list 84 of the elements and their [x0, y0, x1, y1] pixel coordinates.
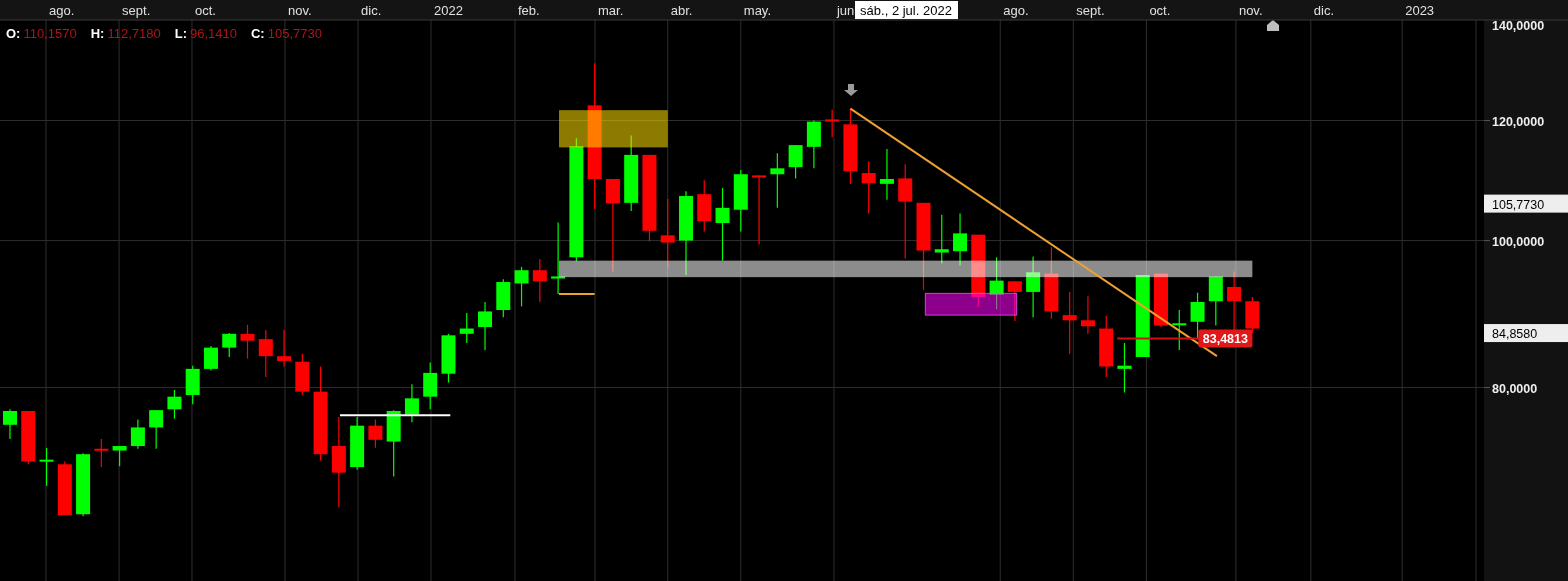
- candlestick: [222, 332, 237, 358]
- candlestick: [295, 353, 310, 396]
- candlestick: [112, 445, 127, 467]
- month-label: 2023: [1405, 3, 1435, 18]
- axis-label: 80,0000: [1492, 381, 1538, 396]
- candlestick: [1007, 280, 1022, 322]
- candlestick: [21, 410, 36, 465]
- candlestick: [825, 109, 840, 138]
- month-label: nov.: [1238, 3, 1263, 18]
- candlestick: [1099, 315, 1114, 378]
- axis-label: 140,0000: [1492, 19, 1545, 33]
- candlestick: [752, 174, 767, 246]
- month-label: sept.: [1076, 3, 1105, 18]
- candlestick: [934, 214, 949, 264]
- candlestick: [660, 198, 675, 269]
- candlestick: [368, 419, 383, 449]
- candlestick: [167, 389, 182, 420]
- candlestick: [1245, 296, 1260, 334]
- month-label: nov.: [287, 3, 312, 18]
- month-label: sept.: [122, 3, 151, 18]
- date-tooltip: sáb., 2 jul. 2022: [855, 1, 958, 19]
- candlestick: [240, 324, 255, 360]
- price-tag: 83,4813: [1198, 329, 1253, 348]
- candlestick: [514, 266, 529, 307]
- candlestick: [386, 409, 401, 478]
- ohlc-key: O:: [6, 26, 21, 41]
- candlestick: [770, 152, 785, 209]
- month-label: may.: [743, 3, 771, 18]
- candlestick: [149, 409, 164, 450]
- candlestick: [788, 144, 803, 179]
- month-label: jun: [837, 3, 855, 18]
- axis-label: 120,0000: [1492, 114, 1545, 129]
- ohlc-key: C:: [251, 26, 265, 41]
- down-arrow-icon: [844, 84, 858, 96]
- ohlc-key: H:: [90, 26, 105, 41]
- candlestick: [3, 408, 17, 440]
- candlestick: [1080, 295, 1095, 335]
- month-label: dic.: [361, 3, 382, 18]
- candlestick: [1062, 291, 1077, 355]
- month-label: oct.: [1149, 3, 1171, 18]
- ohlc-key: L:: [174, 26, 187, 41]
- candlestick: [423, 361, 438, 410]
- month-label: ago.: [49, 3, 75, 18]
- month-label: abr.: [670, 3, 693, 18]
- candlestick: [277, 329, 292, 368]
- candlestick: [532, 258, 547, 303]
- candlestick: [459, 312, 474, 344]
- candlestick: [1154, 273, 1168, 328]
- candlestick: [1190, 292, 1205, 340]
- candlestick: [350, 416, 365, 471]
- ohlc-value: 105,7730: [267, 26, 322, 41]
- ohlc-value: 96,1410: [190, 26, 237, 41]
- candlestick: [130, 419, 145, 450]
- candlestick: [76, 452, 91, 517]
- candlestick: [806, 119, 821, 169]
- drawn-line: [558, 293, 596, 296]
- month-label: oct.: [194, 3, 216, 18]
- candlestick: [1026, 256, 1041, 318]
- candlestick: [94, 438, 109, 468]
- candlestick: [879, 148, 894, 201]
- candlestick: [1172, 309, 1187, 351]
- month-label: ago.: [1003, 3, 1029, 18]
- candlestick: [953, 212, 968, 267]
- candlestick: [1208, 275, 1223, 327]
- candlestick: [39, 447, 54, 487]
- month-label: dic.: [1313, 3, 1335, 18]
- ohlc-value: 112,7180: [107, 26, 161, 41]
- candlestick: [258, 329, 273, 378]
- candlestick: [697, 179, 712, 233]
- axis-label: 100,0000: [1492, 234, 1545, 249]
- candlestick: [496, 278, 511, 318]
- month-label: 2022: [433, 3, 463, 18]
- candlestick: [478, 301, 492, 351]
- ohlc-value: 110,1570: [23, 26, 77, 41]
- candlestick: [861, 160, 876, 215]
- month-label: feb.: [518, 3, 540, 18]
- candlestick: [1117, 342, 1132, 394]
- candlestick: [989, 256, 1004, 310]
- candlestick: [404, 383, 419, 423]
- month-label: mar.: [598, 3, 624, 18]
- candlestick: [185, 365, 200, 405]
- candlestick: [441, 333, 456, 384]
- price-label: 84,8580: [1484, 324, 1568, 343]
- candlestick: [733, 169, 748, 233]
